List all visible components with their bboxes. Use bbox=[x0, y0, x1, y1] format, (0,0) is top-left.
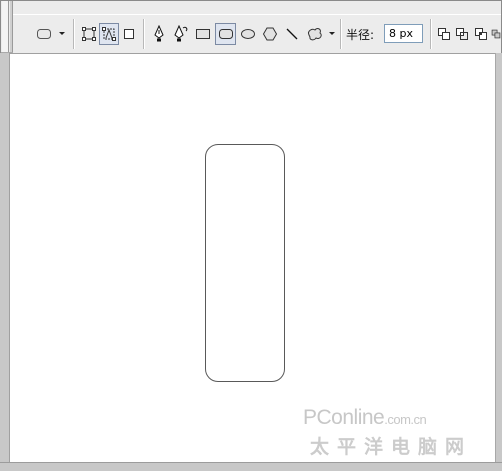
separator bbox=[143, 19, 145, 49]
watermark-suffix: .com.cn bbox=[384, 412, 427, 427]
fill-pixels-button[interactable] bbox=[120, 23, 138, 45]
intersect-shape-areas-icon bbox=[475, 28, 487, 40]
rectangle-icon bbox=[196, 29, 210, 39]
radius-label: 半径: bbox=[346, 28, 375, 42]
separator bbox=[430, 19, 432, 49]
dropdown-arrow-icon bbox=[59, 32, 65, 35]
ellipse-tool-button[interactable] bbox=[238, 23, 258, 45]
line-icon bbox=[286, 28, 298, 40]
line-tool-button[interactable] bbox=[283, 23, 301, 45]
intersect-shape-areas-button[interactable] bbox=[473, 23, 489, 45]
right-panel-edge bbox=[495, 53, 502, 462]
paths-button[interactable] bbox=[99, 23, 119, 45]
ellipse-icon bbox=[241, 29, 255, 39]
watermark-chinese: 太平洋电脑网 bbox=[310, 436, 473, 458]
dropdown-arrow-icon bbox=[329, 32, 335, 35]
separator bbox=[340, 19, 342, 49]
shape-layers-button[interactable] bbox=[79, 23, 99, 45]
custom-shape-icon bbox=[308, 28, 322, 41]
add-to-shape-area-button[interactable] bbox=[436, 23, 452, 45]
shape-layers-icon bbox=[82, 27, 96, 41]
subtract-from-shape-area-icon bbox=[456, 28, 468, 40]
exclude-overlapping-icon bbox=[491, 29, 501, 39]
tool-preset-dropdown[interactable] bbox=[56, 23, 68, 45]
add-to-shape-area-icon bbox=[438, 28, 450, 40]
freeform-pen-icon bbox=[174, 25, 188, 42]
rounded-rectangle-tool-button[interactable] bbox=[215, 23, 236, 45]
rounded-rectangle-path[interactable] bbox=[205, 144, 285, 382]
polygon-tool-button[interactable] bbox=[260, 23, 280, 45]
watermark-brand-name: PConline bbox=[303, 406, 385, 429]
preset-rounded-rect-icon bbox=[37, 29, 51, 39]
radius-input[interactable]: 8 px bbox=[384, 24, 423, 43]
exclude-overlapping-button[interactable] bbox=[491, 23, 501, 45]
rounded-rectangle-icon bbox=[218, 29, 233, 39]
pen-tool-button[interactable] bbox=[150, 23, 168, 45]
paths-icon bbox=[102, 27, 116, 41]
rectangle-tool-button[interactable] bbox=[193, 23, 213, 45]
toolbar-content: 半径: 8 px bbox=[13, 14, 501, 53]
fill-pixels-icon bbox=[124, 29, 134, 39]
toolbar-grip[interactable] bbox=[2, 1, 9, 52]
pen-icon bbox=[154, 25, 164, 42]
tool-preset-button[interactable] bbox=[33, 23, 55, 45]
freeform-pen-button[interactable] bbox=[171, 23, 191, 45]
options-bar: 半径: 8 px bbox=[1, 1, 501, 54]
separator bbox=[73, 19, 75, 49]
subtract-from-shape-area-button[interactable] bbox=[454, 23, 470, 45]
watermark-brand: PConline.com.cn bbox=[303, 406, 427, 430]
custom-shape-tool-button[interactable] bbox=[304, 23, 326, 45]
custom-shape-dropdown[interactable] bbox=[327, 23, 337, 45]
polygon-icon bbox=[262, 27, 278, 41]
